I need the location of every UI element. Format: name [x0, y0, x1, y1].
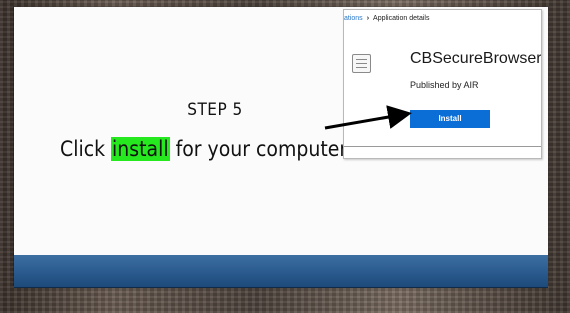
- footer-band-edge: [14, 287, 548, 288]
- footer-band: [14, 255, 548, 287]
